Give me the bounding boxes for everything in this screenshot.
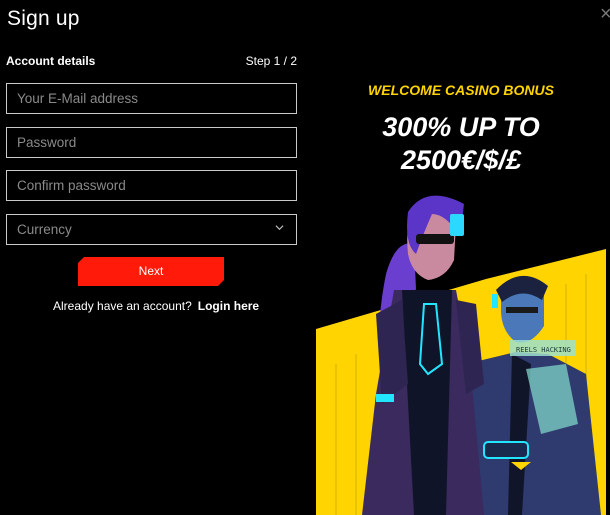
step-indicator: Step 1 / 2 <box>245 54 297 68</box>
currency-select-label: Currency <box>17 222 72 237</box>
promo-offer-line2: 2500€/$/£ <box>400 145 522 175</box>
confirm-password-field[interactable] <box>7 171 296 200</box>
promo-offer-line1: 300% UP TO <box>382 112 540 142</box>
modal-title: Sign up <box>7 7 80 30</box>
email-field-wrapper <box>6 83 297 114</box>
promo-headline: WELCOME CASINO BONUS <box>368 82 555 98</box>
promo-banner: REELS HACKING WELCOME CASINO BONUS 300% … <box>316 64 606 515</box>
section-label: Account details <box>6 54 96 68</box>
confirm-password-field-wrapper <box>6 170 297 201</box>
email-field[interactable] <box>7 84 296 113</box>
close-icon[interactable]: × <box>600 4 610 24</box>
login-prompt-text: Already have an account? <box>53 299 192 313</box>
login-prompt-row: Already have an account? Login here <box>53 299 259 313</box>
password-field[interactable] <box>7 128 296 157</box>
currency-select[interactable]: Currency <box>6 214 297 245</box>
sign-text: REELS HACKING <box>516 346 571 354</box>
promo-artwork: REELS HACKING WELCOME CASINO BONUS 300% … <box>316 82 606 515</box>
chevron-down-icon <box>275 225 284 231</box>
form-header: Account details Step 1 / 2 <box>6 54 297 70</box>
next-button[interactable]: Next <box>78 257 224 286</box>
login-link[interactable]: Login here <box>198 299 259 313</box>
password-field-wrapper <box>6 127 297 158</box>
